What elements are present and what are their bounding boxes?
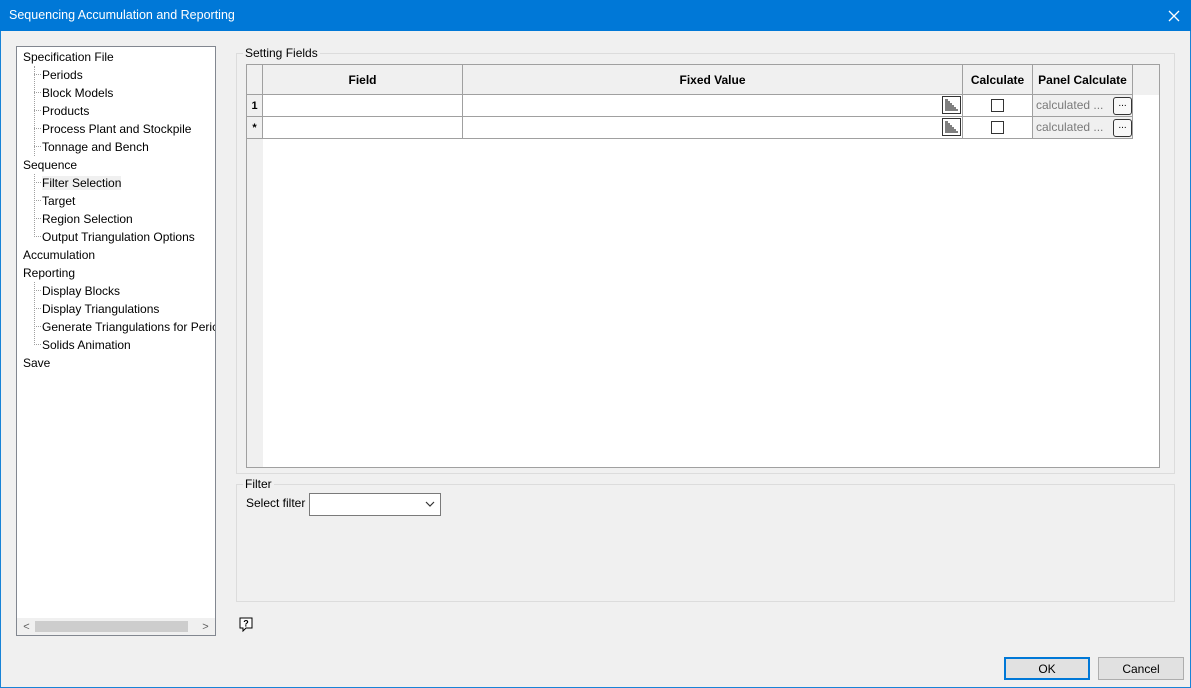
calculate-checkbox[interactable] bbox=[991, 99, 1004, 112]
tree-item-reporting[interactable]: Reporting bbox=[23, 264, 75, 282]
scroll-right-icon[interactable]: > bbox=[198, 619, 213, 634]
column-header-field[interactable]: Field bbox=[263, 65, 463, 95]
tree-item-display-blocks[interactable]: Display Blocks bbox=[42, 282, 120, 300]
tree-horizontal-scrollbar[interactable]: < > bbox=[17, 618, 215, 635]
list-picker-icon[interactable] bbox=[942, 118, 961, 136]
select-filter-dropdown[interactable] bbox=[309, 493, 441, 516]
help-icon: ? bbox=[239, 617, 253, 633]
calculate-checkbox[interactable] bbox=[991, 121, 1004, 134]
panel-calculate-browse-button[interactable]: ... bbox=[1113, 119, 1132, 137]
field-cell[interactable] bbox=[263, 95, 463, 117]
tree-item-solids-animation[interactable]: Solids Animation bbox=[42, 336, 131, 354]
ok-button[interactable]: OK bbox=[1004, 657, 1090, 680]
tree-item-tonnage-and-bench[interactable]: Tonnage and Bench bbox=[42, 138, 149, 156]
panel-calculate-browse-button[interactable]: ... bbox=[1113, 97, 1132, 115]
cancel-button[interactable]: Cancel bbox=[1098, 657, 1184, 680]
grid-empty-area bbox=[262, 95, 1159, 467]
row-header[interactable]: * bbox=[247, 117, 263, 139]
list-picker-icon[interactable] bbox=[942, 96, 961, 114]
tree-item-accumulation[interactable]: Accumulation bbox=[23, 246, 95, 264]
setting-fields-label: Setting Fields bbox=[243, 46, 320, 60]
select-filter-label: Select filter bbox=[246, 496, 306, 510]
column-header-panel-calculate[interactable]: Panel Calculate bbox=[1033, 65, 1133, 95]
navigation-tree[interactable]: Specification File Periods Block Models … bbox=[16, 46, 216, 636]
tree-item-output-triangulation-options[interactable]: Output Triangulation Options bbox=[42, 228, 195, 246]
tree-item-products[interactable]: Products bbox=[42, 102, 89, 120]
column-header-calculate[interactable]: Calculate bbox=[963, 65, 1033, 95]
tree-item-filter-selection[interactable]: Filter Selection bbox=[42, 174, 122, 192]
tree-item-block-models[interactable]: Block Models bbox=[42, 84, 113, 102]
tree-item-display-triangulations[interactable]: Display Triangulations bbox=[42, 300, 159, 318]
close-button[interactable] bbox=[1157, 0, 1191, 31]
grid-corner-header bbox=[247, 65, 263, 95]
fixed-value-cell[interactable] bbox=[463, 95, 963, 117]
tree-item-periods[interactable]: Periods bbox=[42, 66, 83, 84]
help-button[interactable]: ? bbox=[238, 616, 254, 633]
row-header[interactable]: 1 bbox=[247, 95, 263, 117]
chevron-down-icon bbox=[425, 501, 435, 507]
tree-item-save[interactable]: Save bbox=[23, 354, 50, 372]
svg-text:?: ? bbox=[243, 619, 249, 629]
close-icon bbox=[1168, 10, 1180, 21]
column-header-fixed-value[interactable]: Fixed Value bbox=[463, 65, 963, 95]
title-bar: Sequencing Accumulation and Reporting bbox=[0, 0, 1191, 31]
tree-item-sequence[interactable]: Sequence bbox=[23, 156, 77, 174]
scrollbar-thumb[interactable] bbox=[35, 621, 188, 632]
field-cell[interactable] bbox=[263, 117, 463, 139]
tree-item-generate-triangulations-for-periods[interactable]: Generate Triangulations for Peric bbox=[42, 318, 215, 336]
scroll-left-icon[interactable]: < bbox=[19, 619, 34, 634]
tree-item-specification-file[interactable]: Specification File bbox=[23, 48, 114, 66]
filter-label: Filter bbox=[243, 477, 274, 491]
tree-item-process-plant-and-stockpile[interactable]: Process Plant and Stockpile bbox=[42, 120, 191, 138]
tree-item-target[interactable]: Target bbox=[42, 192, 75, 210]
window-title: Sequencing Accumulation and Reporting bbox=[9, 8, 235, 22]
fixed-value-cell[interactable] bbox=[463, 117, 963, 139]
panel-calculate-value: calculated ... bbox=[1036, 98, 1104, 112]
tree-item-region-selection[interactable]: Region Selection bbox=[42, 210, 133, 228]
setting-fields-grid[interactable]: Field Fixed Value Calculate Panel Calcul… bbox=[246, 64, 1160, 468]
panel-calculate-value: calculated ... bbox=[1036, 120, 1104, 134]
